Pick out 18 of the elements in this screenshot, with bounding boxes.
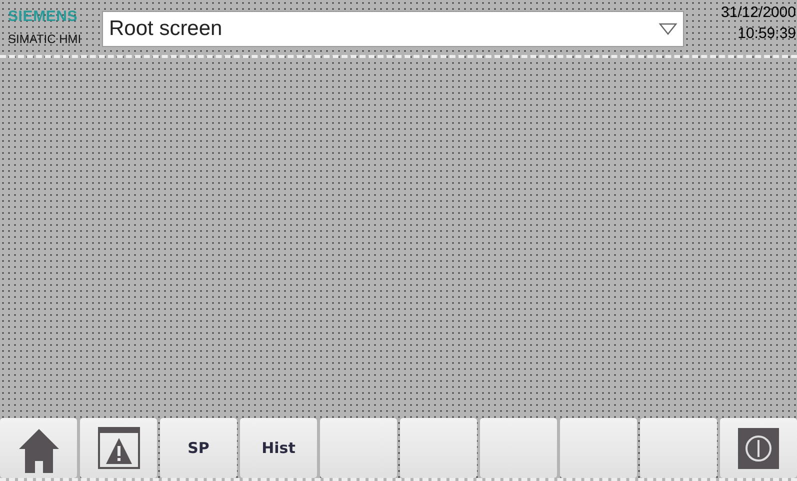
power-button[interactable] — [720, 418, 797, 478]
alarm-window-icon — [98, 427, 140, 469]
function-button[interactable] — [560, 418, 637, 478]
time-text: 10:59:39 — [738, 25, 796, 43]
brand-logo: SIEMENS — [8, 8, 78, 26]
function-button[interactable] — [400, 418, 477, 478]
function-button[interactable]: SP — [160, 418, 237, 478]
function-button[interactable] — [480, 418, 557, 478]
product-name: SIMATIC HMI — [8, 32, 82, 46]
screen-dropdown[interactable]: Root screen — [102, 11, 684, 47]
dropdown-arrow-icon — [659, 23, 677, 35]
function-button[interactable]: Hist — [240, 418, 317, 478]
function-button[interactable] — [320, 418, 397, 478]
alarm-button[interactable] — [80, 418, 157, 478]
power-icon — [738, 428, 779, 468]
home-button[interactable] — [0, 418, 77, 478]
home-icon — [18, 428, 60, 474]
date-text: 31/12/2000 — [720, 4, 796, 22]
